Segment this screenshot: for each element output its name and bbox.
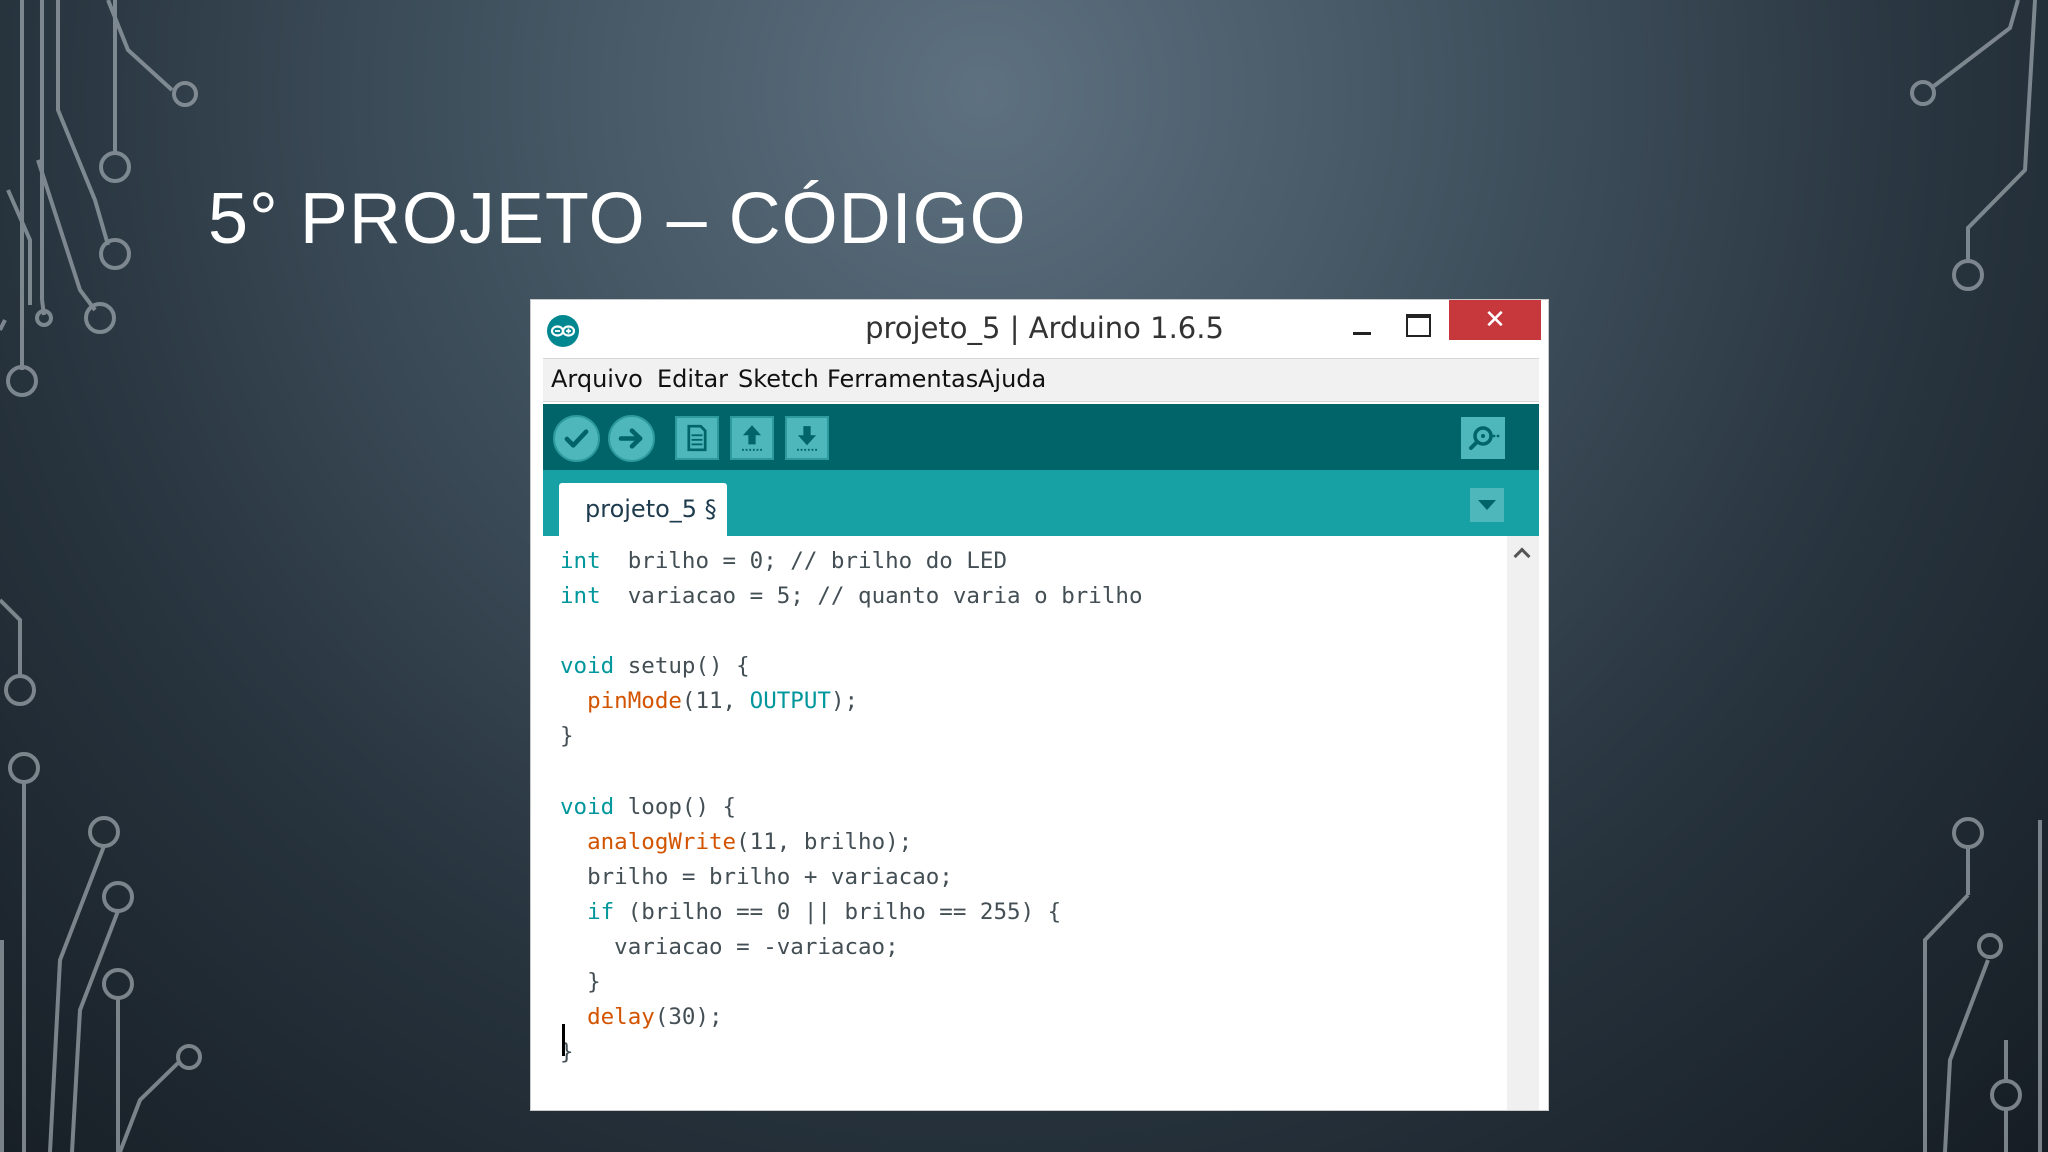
- menu-sketch[interactable]: Sketch: [738, 365, 819, 393]
- code-token: (brilho == 0 || brilho == 255) {: [614, 898, 1062, 925]
- code-line: void loop() {: [560, 790, 1480, 825]
- code-token: (30);: [654, 1004, 723, 1031]
- menu-arquivo[interactable]: Arquivo: [551, 365, 643, 393]
- code-function: delay: [560, 1004, 655, 1031]
- save-sketch-button[interactable]: [785, 416, 829, 460]
- document-icon: [687, 424, 707, 452]
- menu-ferramentas[interactable]: Ferramentas: [827, 365, 978, 393]
- magnifier-icon: [1469, 426, 1500, 450]
- code-token: variacao = 5; // quanto varia o brilho: [600, 583, 1143, 610]
- menu-editar[interactable]: Editar: [657, 365, 728, 393]
- code-line: void setup() {: [560, 649, 1480, 684]
- code-line: int brilho = 0; // brilho do LED: [560, 544, 1480, 579]
- text-cursor: [562, 1024, 565, 1056]
- toolbar: [543, 404, 1539, 470]
- code-token: brilho = 0; // brilho do LED: [600, 548, 1008, 574]
- close-button[interactable]: ✕: [1449, 300, 1541, 340]
- menu-ajuda[interactable]: Ajuda: [978, 365, 1046, 393]
- serial-monitor-button[interactable]: [1461, 417, 1505, 459]
- code-keyword: int: [560, 583, 601, 610]
- tab-menu-button[interactable]: [1470, 488, 1504, 522]
- code-line: int variacao = 5; // quanto varia o bril…: [560, 579, 1480, 614]
- code-token: }: [560, 723, 574, 750]
- arrow-down-icon: [797, 426, 817, 451]
- code-token: );: [830, 688, 859, 715]
- code-line: }: [560, 719, 1480, 754]
- minimize-button[interactable]: [1339, 308, 1383, 344]
- menu-bar: Arquivo Editar Sketch Ferramentas Ajuda: [543, 358, 1539, 402]
- code-token: (11, brilho);: [736, 828, 913, 855]
- tab-bar: projeto_5 §: [543, 470, 1539, 536]
- code-line: }: [560, 1035, 1480, 1070]
- slide-title: 5° PROJETO – CÓDIGO: [208, 179, 1027, 259]
- verify-button[interactable]: [553, 415, 600, 462]
- code-line: }: [560, 965, 1480, 1000]
- code-token: loop() {: [614, 793, 737, 820]
- code-line: delay(30);: [560, 1000, 1480, 1035]
- code-keyword: void: [560, 793, 615, 820]
- code-keyword: void: [560, 653, 615, 680]
- code-token: setup() {: [614, 653, 750, 680]
- code-token: }: [560, 969, 601, 996]
- close-icon: ✕: [1484, 305, 1506, 335]
- code-editor[interactable]: int brilho = 0; // brilho do LED int vari…: [543, 536, 1539, 1110]
- code-line: brilho = brilho + variacao;: [560, 860, 1480, 895]
- scroll-up-icon[interactable]: [1513, 547, 1531, 565]
- code-line: pinMode(11, OUTPUT);: [560, 684, 1480, 719]
- code-function: analogWrite: [560, 828, 737, 855]
- code-token: (11,: [681, 688, 750, 715]
- code-function: pinMode: [560, 688, 682, 715]
- code-keyword: OUTPUT: [749, 688, 831, 715]
- arduino-ide-window: projeto_5 | Arduino 1.6.5 ✕ Arquivo Edit…: [530, 299, 1549, 1111]
- code-line: if (brilho == 0 || brilho == 255) {: [560, 895, 1480, 930]
- tab-projeto-5[interactable]: projeto_5 §: [559, 483, 727, 536]
- upload-button[interactable]: [608, 415, 655, 462]
- vertical-scrollbar[interactable]: [1507, 536, 1539, 1110]
- code-token: variacao = -variacao;: [560, 934, 899, 961]
- checkmark-icon: [564, 429, 589, 448]
- code-line: variacao = -variacao;: [560, 930, 1480, 965]
- code-keyword: int: [560, 548, 601, 574]
- arrow-up-icon: [742, 425, 762, 451]
- code-text: int brilho = 0; // brilho do LED int vari…: [560, 544, 1480, 1070]
- code-keyword: if: [560, 898, 615, 925]
- title-bar[interactable]: projeto_5 | Arduino 1.6.5 ✕: [531, 300, 1548, 358]
- maximize-button[interactable]: [1393, 308, 1437, 344]
- code-token: brilho = brilho + variacao;: [560, 863, 953, 890]
- open-sketch-button[interactable]: [730, 416, 774, 460]
- arrow-right-icon: [618, 428, 643, 449]
- new-sketch-button[interactable]: [675, 416, 719, 460]
- code-line: analogWrite(11, brilho);: [560, 825, 1480, 860]
